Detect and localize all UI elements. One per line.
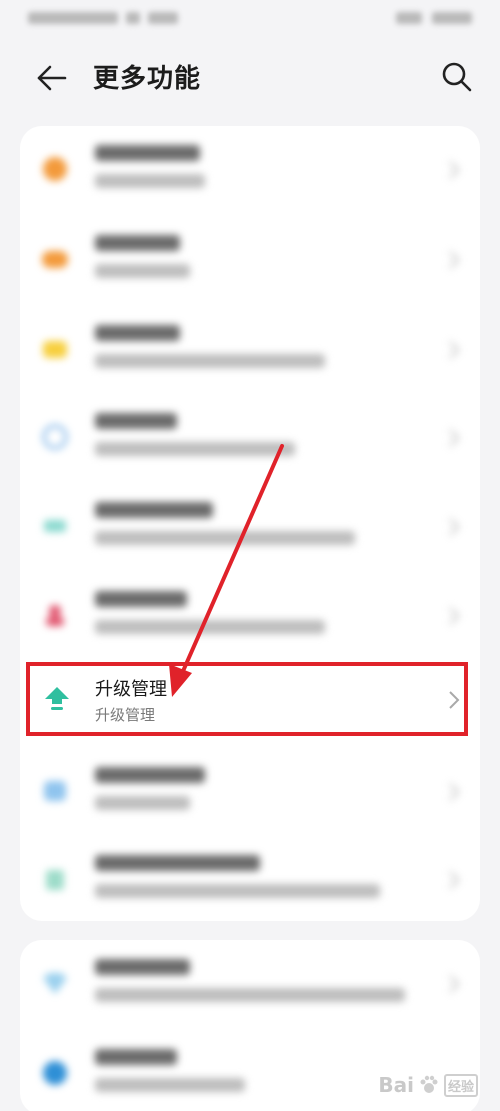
feature-icon: [40, 776, 70, 806]
list-item[interactable]: [20, 483, 480, 571]
list-item[interactable]: [20, 306, 480, 394]
chevron-right-icon: [446, 426, 462, 450]
list-item[interactable]: [20, 836, 480, 924]
feature-icon: [40, 511, 70, 541]
list-item[interactable]: [20, 940, 480, 1028]
chevron-right-icon: [446, 972, 462, 996]
paw-icon: [420, 1075, 438, 1093]
list-item[interactable]: [20, 126, 480, 214]
highlight-box: [26, 662, 468, 736]
watermark-brand-left: Bai: [378, 1073, 414, 1097]
feature-icon: [40, 422, 70, 452]
title-bar: 更多功能: [0, 48, 500, 108]
status-bar: [0, 0, 500, 36]
chevron-right-icon: [446, 248, 462, 272]
chevron-right-icon: [446, 868, 462, 892]
feature-icon: [40, 864, 70, 894]
feature-icon: [40, 244, 70, 274]
feature-icon: [40, 1058, 70, 1088]
list-item[interactable]: [20, 1030, 480, 1111]
feature-icon: [40, 968, 70, 998]
screen: 更多功能 升级管理 升级管理 Bai 经验: [0, 0, 500, 1111]
chevron-right-icon: [446, 780, 462, 804]
chevron-right-icon: [446, 338, 462, 362]
search-icon[interactable]: [440, 60, 474, 94]
baidu-watermark: Bai 经验: [378, 1073, 478, 1097]
chevron-right-icon: [446, 604, 462, 628]
chevron-right-icon: [446, 515, 462, 539]
chevron-right-icon: [446, 158, 462, 182]
feature-list-card: 升级管理 升级管理: [20, 126, 480, 921]
feature-icon: [40, 334, 70, 364]
feature-icon: [40, 600, 70, 630]
list-item[interactable]: [20, 394, 480, 482]
page-title: 更多功能: [93, 64, 202, 94]
list-item[interactable]: [20, 216, 480, 304]
list-item[interactable]: [20, 572, 480, 660]
back-arrow-icon[interactable]: [34, 60, 70, 96]
list-item[interactable]: [20, 748, 480, 836]
watermark-brand-right: 经验: [443, 1073, 478, 1097]
feature-icon: [40, 154, 70, 184]
